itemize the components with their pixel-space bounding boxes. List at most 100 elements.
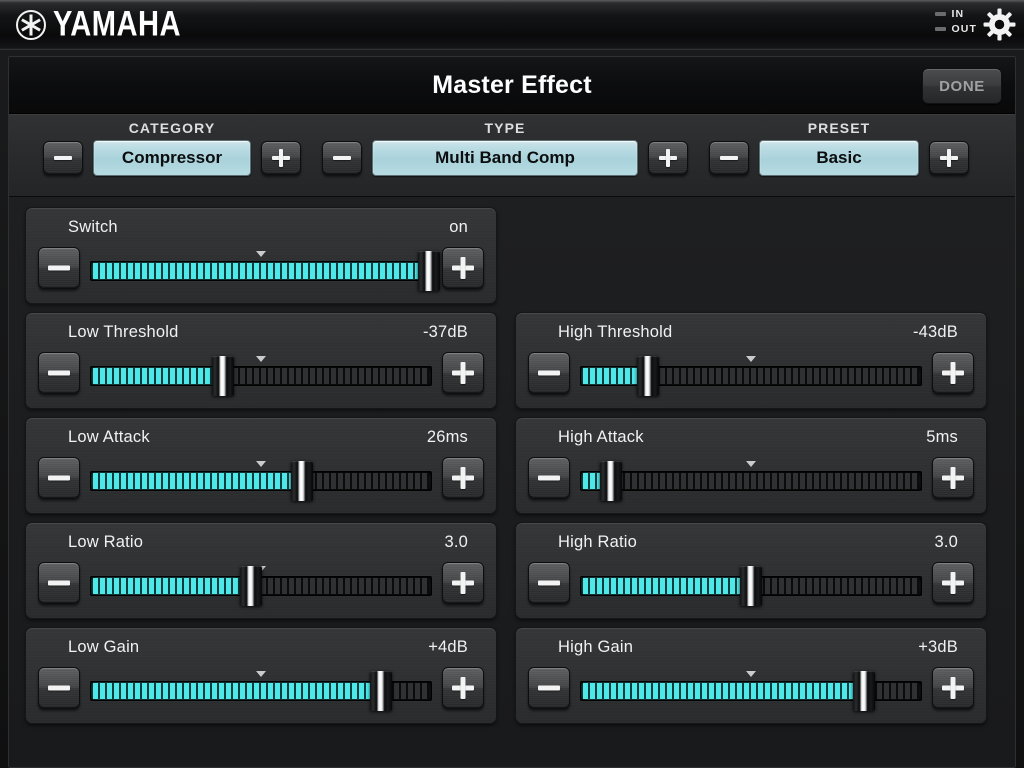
- slider-track[interactable]: [90, 261, 432, 281]
- plus-icon-vertical: [460, 362, 466, 384]
- parameter-header: High Threshold -43dB: [528, 313, 974, 347]
- slider-track[interactable]: [580, 471, 922, 491]
- slider-high-threshold[interactable]: [580, 350, 922, 396]
- parameter-header: Low Ratio 3.0: [38, 523, 484, 557]
- parameter-label-high-gain: High Gain: [558, 638, 634, 656]
- increment-button-low-ratio[interactable]: [442, 562, 484, 604]
- slider-thumb[interactable]: [212, 356, 235, 396]
- decrement-button-low-ratio[interactable]: [38, 562, 80, 604]
- slider-low-threshold[interactable]: [90, 350, 432, 396]
- slider-thumb[interactable]: [852, 671, 875, 711]
- parameter-cell: High Ratio 3.0: [515, 518, 987, 623]
- decrement-button-high-ratio[interactable]: [528, 562, 570, 604]
- slider-switch[interactable]: [90, 245, 441, 291]
- increment-button-switch[interactable]: [442, 247, 484, 289]
- slider-high-gain[interactable]: [580, 665, 922, 711]
- parameter-controls: [528, 347, 974, 396]
- minus-icon: [720, 156, 738, 160]
- parameter-label-low-attack: Low Attack: [68, 428, 150, 446]
- slider-thumb[interactable]: [369, 671, 392, 711]
- slider-track[interactable]: [90, 366, 432, 386]
- slider-track[interactable]: [580, 366, 922, 386]
- preset-decrement-button[interactable]: [709, 141, 749, 175]
- plus-icon-vertical: [950, 677, 956, 699]
- increment-button-high-attack[interactable]: [932, 457, 974, 499]
- settings-button[interactable]: [983, 8, 1016, 41]
- slider-low-attack[interactable]: [90, 455, 432, 501]
- parameter-controls: [528, 662, 974, 711]
- slider-segments-filled: [583, 578, 751, 594]
- parameter-value-low-attack: 26ms: [426, 428, 468, 446]
- parameter-value-high-attack: 5ms: [926, 428, 958, 446]
- slider-high-attack[interactable]: [580, 455, 922, 501]
- type-caption: TYPE: [484, 120, 526, 136]
- slider-default-marker-icon: [746, 671, 756, 677]
- increment-button-low-threshold[interactable]: [442, 352, 484, 394]
- type-value[interactable]: Multi Band Comp: [372, 140, 638, 176]
- parameter-cell: High Gain +3dB: [515, 623, 987, 728]
- parameter-panel-low-attack: Low Attack 26ms: [25, 417, 497, 514]
- slider-thumb[interactable]: [637, 356, 660, 396]
- category-decrement-button[interactable]: [43, 141, 83, 175]
- preset-selector: PRESET Basic: [689, 114, 989, 196]
- category-selector: CATEGORY Compressor: [23, 114, 321, 196]
- slider-low-ratio[interactable]: [90, 560, 432, 606]
- decrement-button-high-attack[interactable]: [528, 457, 570, 499]
- slider-segments-filled: [93, 683, 380, 699]
- parameter-panel-high-threshold: High Threshold -43dB: [515, 312, 987, 409]
- slider-high-ratio[interactable]: [580, 560, 922, 606]
- slider-thumb[interactable]: [239, 566, 262, 606]
- parameter-value-low-threshold: -37dB: [422, 323, 468, 341]
- minus-icon: [538, 475, 560, 481]
- parameter-cell: Low Threshold -37dB: [25, 308, 497, 413]
- parameter-header: High Gain +3dB: [528, 628, 974, 662]
- parameter-panel-low-ratio: Low Ratio 3.0: [25, 522, 497, 619]
- decrement-button-switch[interactable]: [38, 247, 80, 289]
- type-selector: TYPE Multi Band Comp: [321, 114, 689, 196]
- parameter-area: Switch on Low Threshold -37dB High Threshold…: [9, 197, 1015, 767]
- preset-value[interactable]: Basic: [759, 140, 919, 176]
- type-increment-button[interactable]: [648, 141, 688, 175]
- increment-button-low-gain[interactable]: [442, 667, 484, 709]
- in-label: IN: [951, 8, 965, 20]
- plus-icon-vertical: [460, 257, 466, 279]
- parameter-cell: Low Ratio 3.0: [25, 518, 497, 623]
- parameter-label-high-attack: High Attack: [558, 428, 644, 446]
- parameter-controls: [528, 452, 974, 501]
- done-button[interactable]: DONE: [922, 68, 1002, 104]
- parameter-controls: [38, 662, 484, 711]
- decrement-button-low-attack[interactable]: [38, 457, 80, 499]
- category-caption: CATEGORY: [128, 120, 216, 136]
- increment-button-low-attack[interactable]: [442, 457, 484, 499]
- master-effect-panel: Master Effect DONE CATEGORY Compressor T…: [8, 56, 1016, 768]
- category-value[interactable]: Compressor: [93, 140, 251, 176]
- decrement-button-low-gain[interactable]: [38, 667, 80, 709]
- decrement-button-high-gain[interactable]: [528, 667, 570, 709]
- category-increment-button[interactable]: [261, 141, 301, 175]
- parameter-controls: [38, 452, 484, 501]
- slider-segments-filled: [93, 578, 251, 594]
- outer-bezel: Master Effect DONE CATEGORY Compressor T…: [0, 50, 1024, 768]
- decrement-button-high-threshold[interactable]: [528, 352, 570, 394]
- plus-icon-vertical: [460, 677, 466, 699]
- type-decrement-button[interactable]: [322, 141, 362, 175]
- slider-thumb[interactable]: [740, 566, 762, 606]
- decrement-button-low-threshold[interactable]: [38, 352, 80, 394]
- slider-thumb[interactable]: [418, 251, 441, 291]
- slider-thumb[interactable]: [291, 461, 314, 501]
- slider-track[interactable]: [90, 471, 432, 491]
- yamaha-logo: YAMAHA: [16, 7, 185, 42]
- parameter-header: Low Threshold -37dB: [38, 313, 484, 347]
- preset-increment-button[interactable]: [929, 141, 969, 175]
- increment-button-high-threshold[interactable]: [932, 352, 974, 394]
- page-title: Master Effect: [432, 70, 592, 99]
- slider-segments-filled: [93, 473, 302, 489]
- minus-icon: [538, 685, 560, 691]
- parameter-value-high-ratio: 3.0: [934, 533, 958, 551]
- increment-button-high-gain[interactable]: [932, 667, 974, 709]
- parameter-value-high-gain: +3dB: [918, 638, 958, 656]
- increment-button-high-ratio[interactable]: [932, 562, 974, 604]
- slider-thumb[interactable]: [599, 461, 622, 501]
- slider-low-gain[interactable]: [90, 665, 432, 711]
- parameter-header: High Ratio 3.0: [528, 523, 974, 557]
